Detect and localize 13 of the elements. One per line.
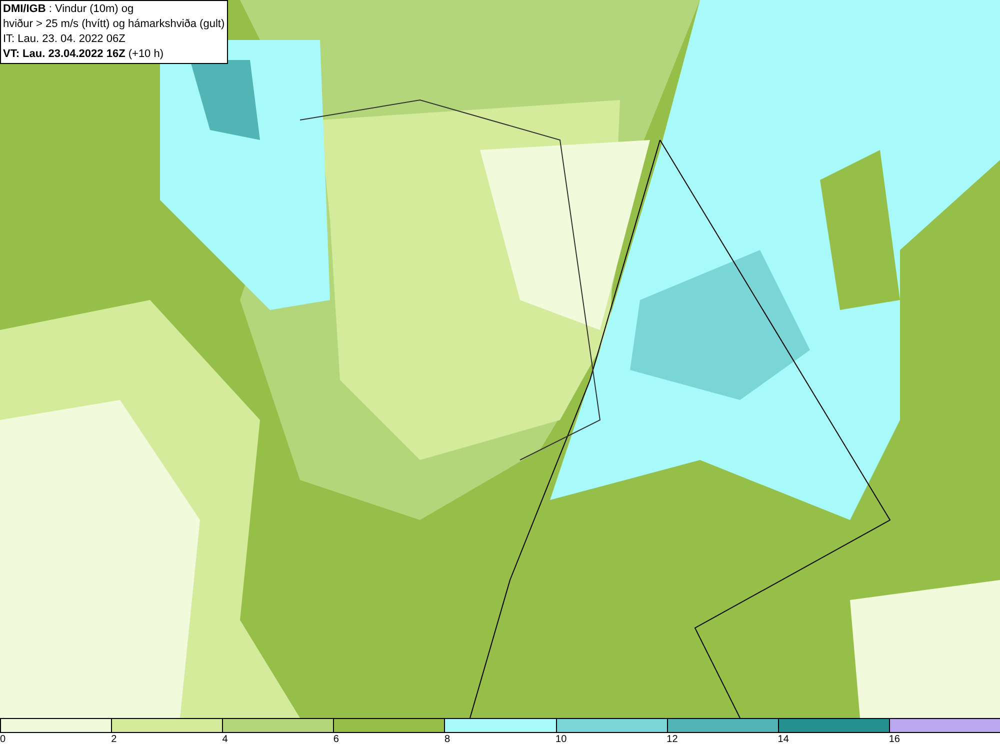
- legend-tick-label: 4: [222, 733, 228, 746]
- legend-tick-label: 10: [556, 733, 567, 746]
- legend-tick-label: 2: [111, 733, 117, 746]
- legend-tick-label: 16: [888, 733, 900, 746]
- title-line: IT: Lau. 23. 04. 2022 06Z: [3, 32, 126, 47]
- title-line: DMI/IGB : Vindur (10m) og: [3, 2, 135, 17]
- legend-tick-label: 14: [778, 733, 789, 746]
- title-line: VT: Lau. 23.04.2022 16Z (+10 h): [3, 47, 165, 62]
- legend-tick-label: 0: [0, 733, 6, 746]
- title-line: hviður > 25 m/s (hvítt) og hámarkshviða (gult): [3, 17, 225, 32]
- legend-tick-label: 8: [444, 733, 450, 746]
- legend-tick-label: 12: [666, 733, 678, 746]
- legend-tick-label: 6: [333, 733, 339, 746]
